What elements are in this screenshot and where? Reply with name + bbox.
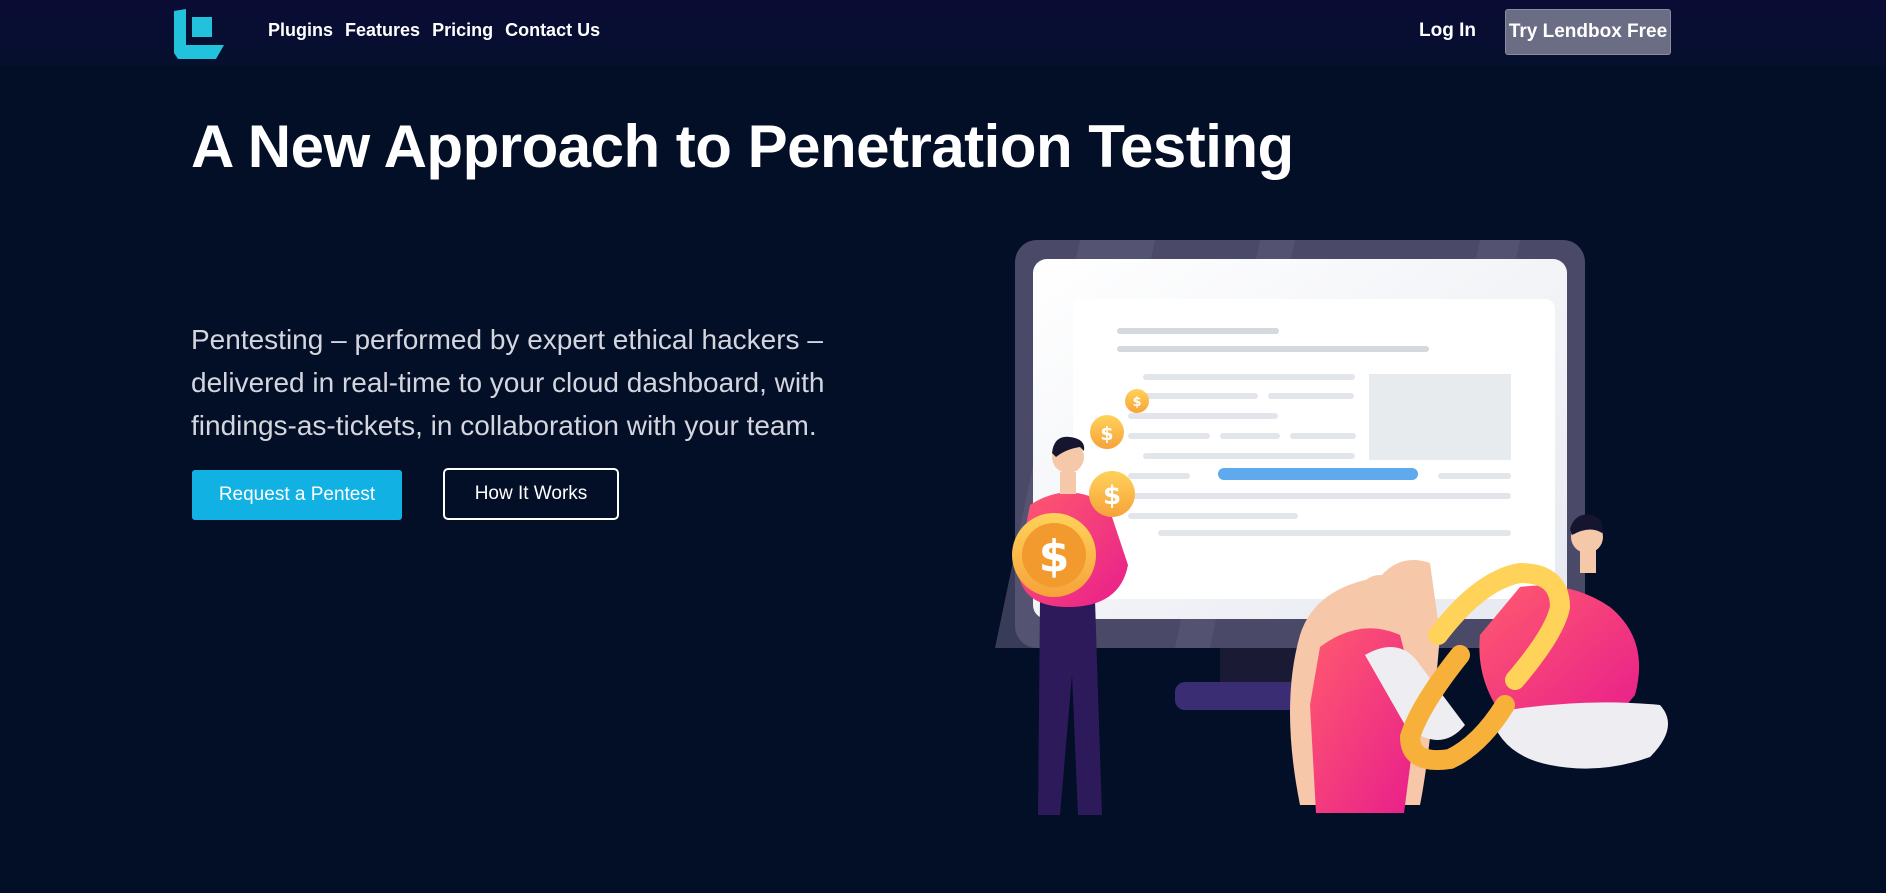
hero-subtitle: Pentesting – performed by expert ethical…: [191, 324, 825, 441]
svg-text:$: $: [1103, 481, 1121, 511]
svg-text:$: $: [1132, 395, 1141, 410]
coin-symbol: $: [1039, 531, 1070, 582]
nav-pricing[interactable]: Pricing: [432, 20, 493, 41]
top-navigation-bar: Plugins Features Pricing Contact Us Log …: [0, 0, 1886, 66]
how-it-works-button[interactable]: How It Works: [443, 468, 619, 520]
lendbox-logo-icon[interactable]: [174, 9, 226, 61]
request-pentest-button[interactable]: Request a Pentest: [192, 470, 402, 520]
login-link[interactable]: Log In: [1419, 20, 1476, 42]
hero-title: A New Approach to Penetration Testing: [191, 113, 1294, 180]
main-nav: Plugins Features Pricing Contact Us: [268, 20, 600, 41]
nav-plugins[interactable]: Plugins: [268, 20, 333, 41]
nav-features[interactable]: Features: [345, 20, 420, 41]
hero-illustration: $ $ $ $: [995, 240, 1668, 815]
try-free-button[interactable]: Try Lendbox Free: [1505, 9, 1671, 55]
svg-text:$: $: [1100, 423, 1113, 445]
nav-contact-us[interactable]: Contact Us: [505, 20, 600, 41]
